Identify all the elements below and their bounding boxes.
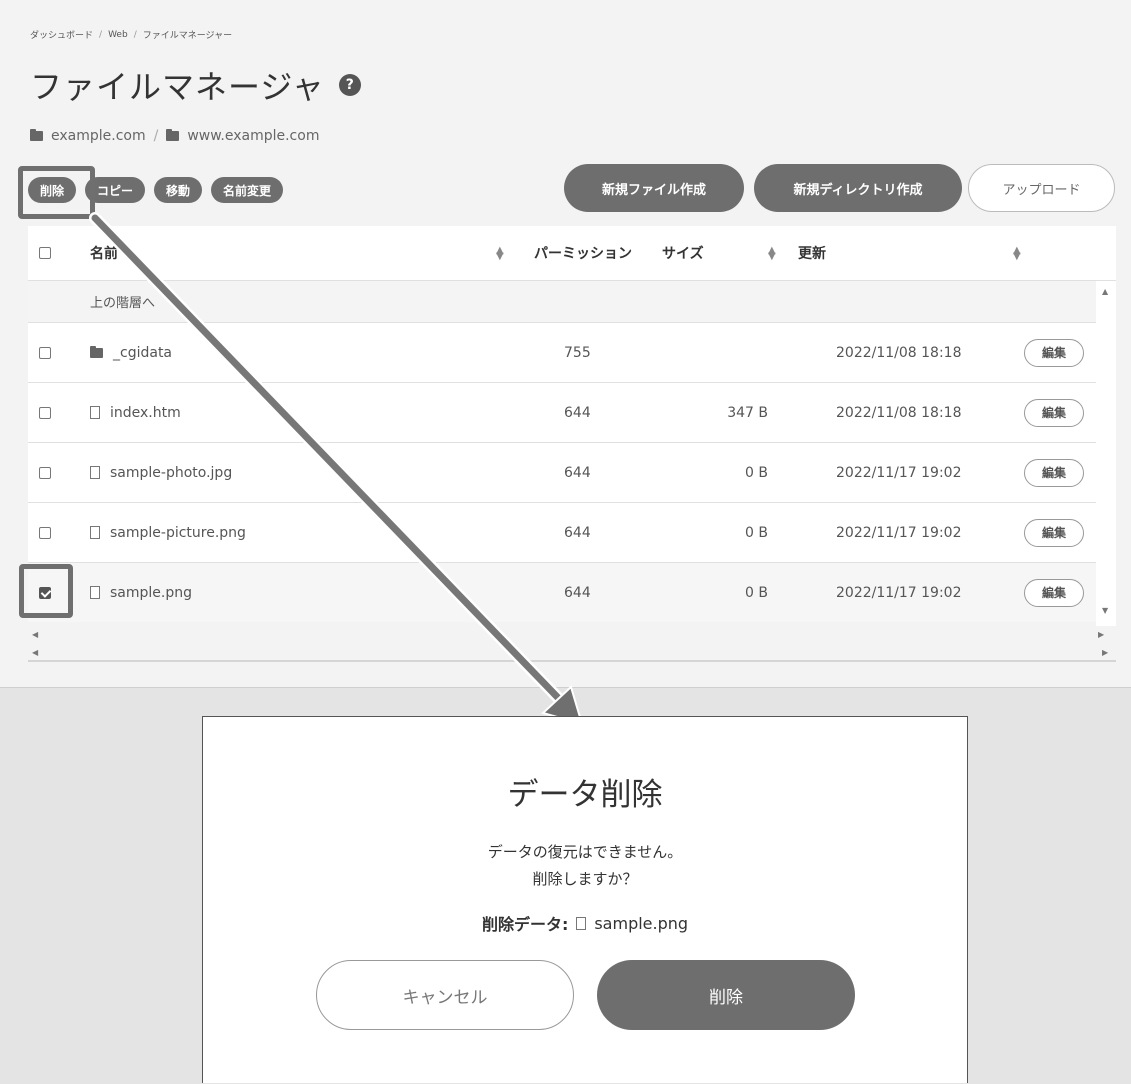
move-button[interactable]: 移動 — [154, 177, 203, 203]
file-icon — [90, 406, 100, 419]
breadcrumb-separator: / — [133, 29, 137, 40]
table-header: 名前 ▲ ▼ パーミッション サイズ ▲ ▼ 更新 ▲ ▼ — [28, 226, 1116, 280]
permission-cell: 644 — [564, 404, 591, 421]
path-segment-www: www.example.com — [187, 128, 320, 144]
updated-cell: 2022/11/08 18:18 — [836, 344, 962, 361]
parent-directory-label[interactable]: 上の階層へ — [90, 292, 155, 311]
delete-target: 削除データ: sample.png — [203, 911, 967, 935]
breadcrumb-dashboard[interactable]: ダッシュボード — [30, 28, 93, 41]
updated-cell: 2022/11/17 19:02 — [836, 464, 962, 481]
size-cell: 0 B — [745, 464, 768, 481]
file-icon — [90, 466, 100, 479]
table-row[interactable]: sample-photo.jpg 644 0 B 2022/11/17 19:0… — [28, 442, 1116, 502]
permission-cell: 755 — [564, 344, 591, 361]
edit-button[interactable]: 編集 — [1024, 338, 1084, 367]
checkbox-highlight — [19, 564, 73, 618]
select-all-checkbox[interactable] — [39, 247, 51, 259]
header-name[interactable]: 名前 — [90, 243, 118, 263]
header-permission: パーミッション — [534, 246, 632, 262]
breadcrumb-separator: / — [99, 29, 103, 40]
table-row-selected[interactable]: sample.png 644 0 B 2022/11/17 19:02 編集 — [28, 562, 1116, 622]
vertical-scrollbar[interactable]: ▲ ▼ — [1096, 281, 1116, 626]
scroll-right-arrow-icon[interactable]: ▶ — [1098, 630, 1104, 639]
breadcrumb-web[interactable]: Web — [108, 30, 128, 40]
page-header: ファイルマネージャ ? — [30, 62, 361, 108]
sort-icon[interactable]: ▲ ▼ — [496, 246, 504, 262]
dialog-message-line: 削除しますか？ — [532, 870, 638, 888]
path-separator: / — [153, 128, 159, 144]
folder-icon — [90, 345, 103, 358]
new-file-button[interactable]: 新規ファイル作成 — [564, 164, 744, 212]
dialog-title: データ削除 — [507, 777, 663, 813]
table-row[interactable]: index.htm 644 347 B 2022/11/08 18:18 編集 — [28, 382, 1116, 442]
new-directory-button[interactable]: 新規ディレクトリ作成 — [754, 164, 962, 212]
edit-button[interactable]: 編集 — [1024, 398, 1084, 427]
parent-directory-row[interactable]: 上の階層へ — [28, 280, 1116, 322]
size-cell: 347 B — [727, 404, 768, 421]
updated-cell: 2022/11/08 18:18 — [836, 404, 962, 421]
path-segment-domain[interactable]: example.com — [51, 128, 146, 144]
sort-icon[interactable]: ▲ ▼ — [1013, 246, 1021, 262]
edit-button[interactable]: 編集 — [1024, 578, 1084, 607]
file-table: 名前 ▲ ▼ パーミッション サイズ ▲ ▼ 更新 ▲ ▼ 上の階層へ _cgidat… — [28, 226, 1116, 622]
file-name-cell: sample-photo.jpg — [90, 465, 232, 481]
file-name-cell: index.htm — [90, 405, 181, 421]
file-manager-panel: ダッシュボード / Web / ファイルマネージャー ファイルマネージャ ? e… — [0, 0, 1131, 688]
size-cell: 0 B — [745, 524, 768, 541]
file-name-cell: _cgidata — [90, 345, 172, 361]
rename-button[interactable]: 名前変更 — [211, 177, 284, 203]
upload-button[interactable]: アップロード — [968, 164, 1115, 212]
cancel-button[interactable]: キャンセル — [316, 960, 574, 1030]
confirm-delete-button[interactable]: 削除 — [597, 960, 855, 1030]
breadcrumb: ダッシュボード / Web / ファイルマネージャー — [30, 28, 233, 42]
permission-cell: 644 — [564, 584, 591, 601]
scroll-left-arrow-icon[interactable]: ◀ — [32, 630, 38, 639]
file-icon — [576, 916, 587, 930]
folder-icon — [166, 129, 180, 141]
row-checkbox[interactable] — [39, 466, 51, 479]
delete-button-highlight — [18, 166, 95, 219]
file-name-cell: sample-picture.png — [90, 525, 246, 541]
permission-cell: 644 — [564, 464, 591, 481]
scroll-up-arrow-icon[interactable]: ▲ — [1102, 287, 1108, 296]
folder-icon — [30, 129, 43, 141]
file-icon — [90, 526, 100, 539]
scroll-down-arrow-icon[interactable]: ▼ — [1102, 606, 1108, 615]
breadcrumb-file-manager: ファイルマネージャー — [142, 31, 233, 41]
file-name[interactable]: sample.png — [110, 585, 192, 601]
header-size[interactable]: サイズ — [662, 243, 704, 263]
file-name-cell: sample.png — [90, 585, 192, 601]
table-row[interactable]: sample-picture.png 644 0 B 2022/11/17 19… — [28, 502, 1116, 562]
edit-button[interactable]: 編集 — [1024, 458, 1084, 487]
dialog-message: データの復元はできません。 削除しますか？ — [203, 839, 967, 893]
row-checkbox[interactable] — [39, 406, 51, 419]
edit-button[interactable]: 編集 — [1024, 518, 1084, 547]
delete-target-label: 削除データ: — [481, 915, 569, 934]
sort-icon[interactable]: ▲ ▼ — [768, 246, 776, 262]
row-checkbox[interactable] — [39, 346, 51, 359]
file-name[interactable]: _cgidata — [113, 345, 172, 361]
help-icon[interactable]: ? — [338, 74, 361, 96]
file-icon — [90, 586, 100, 599]
delete-confirm-dialog: データ削除 データの復元はできません。 削除しますか？ 削除データ: sampl… — [202, 716, 968, 1083]
header-updated[interactable]: 更新 — [798, 243, 826, 263]
scroll-right-arrow-icon[interactable]: ▶ — [1102, 648, 1108, 657]
file-name[interactable]: sample-photo.jpg — [110, 465, 232, 481]
file-name[interactable]: sample-picture.png — [110, 525, 246, 541]
delete-target-filename: sample.png — [594, 913, 689, 933]
table-row[interactable]: _cgidata 755 2022/11/08 18:18 編集 — [28, 322, 1116, 382]
page-title: ファイルマネージャ — [30, 68, 325, 106]
file-name[interactable]: index.htm — [110, 405, 181, 421]
row-checkbox[interactable] — [39, 526, 51, 539]
updated-cell: 2022/11/17 19:02 — [836, 584, 962, 601]
horizontal-scrollbar[interactable]: ◀ ▶ ◀ ▶ — [28, 626, 1116, 662]
permission-cell: 644 — [564, 524, 591, 541]
directory-path: example.com / www.example.com — [30, 128, 319, 144]
updated-cell: 2022/11/17 19:02 — [836, 524, 962, 541]
scroll-left-arrow-icon[interactable]: ◀ — [32, 648, 38, 657]
dialog-message-line: データの復元はできません。 — [487, 843, 683, 861]
size-cell: 0 B — [745, 584, 768, 601]
